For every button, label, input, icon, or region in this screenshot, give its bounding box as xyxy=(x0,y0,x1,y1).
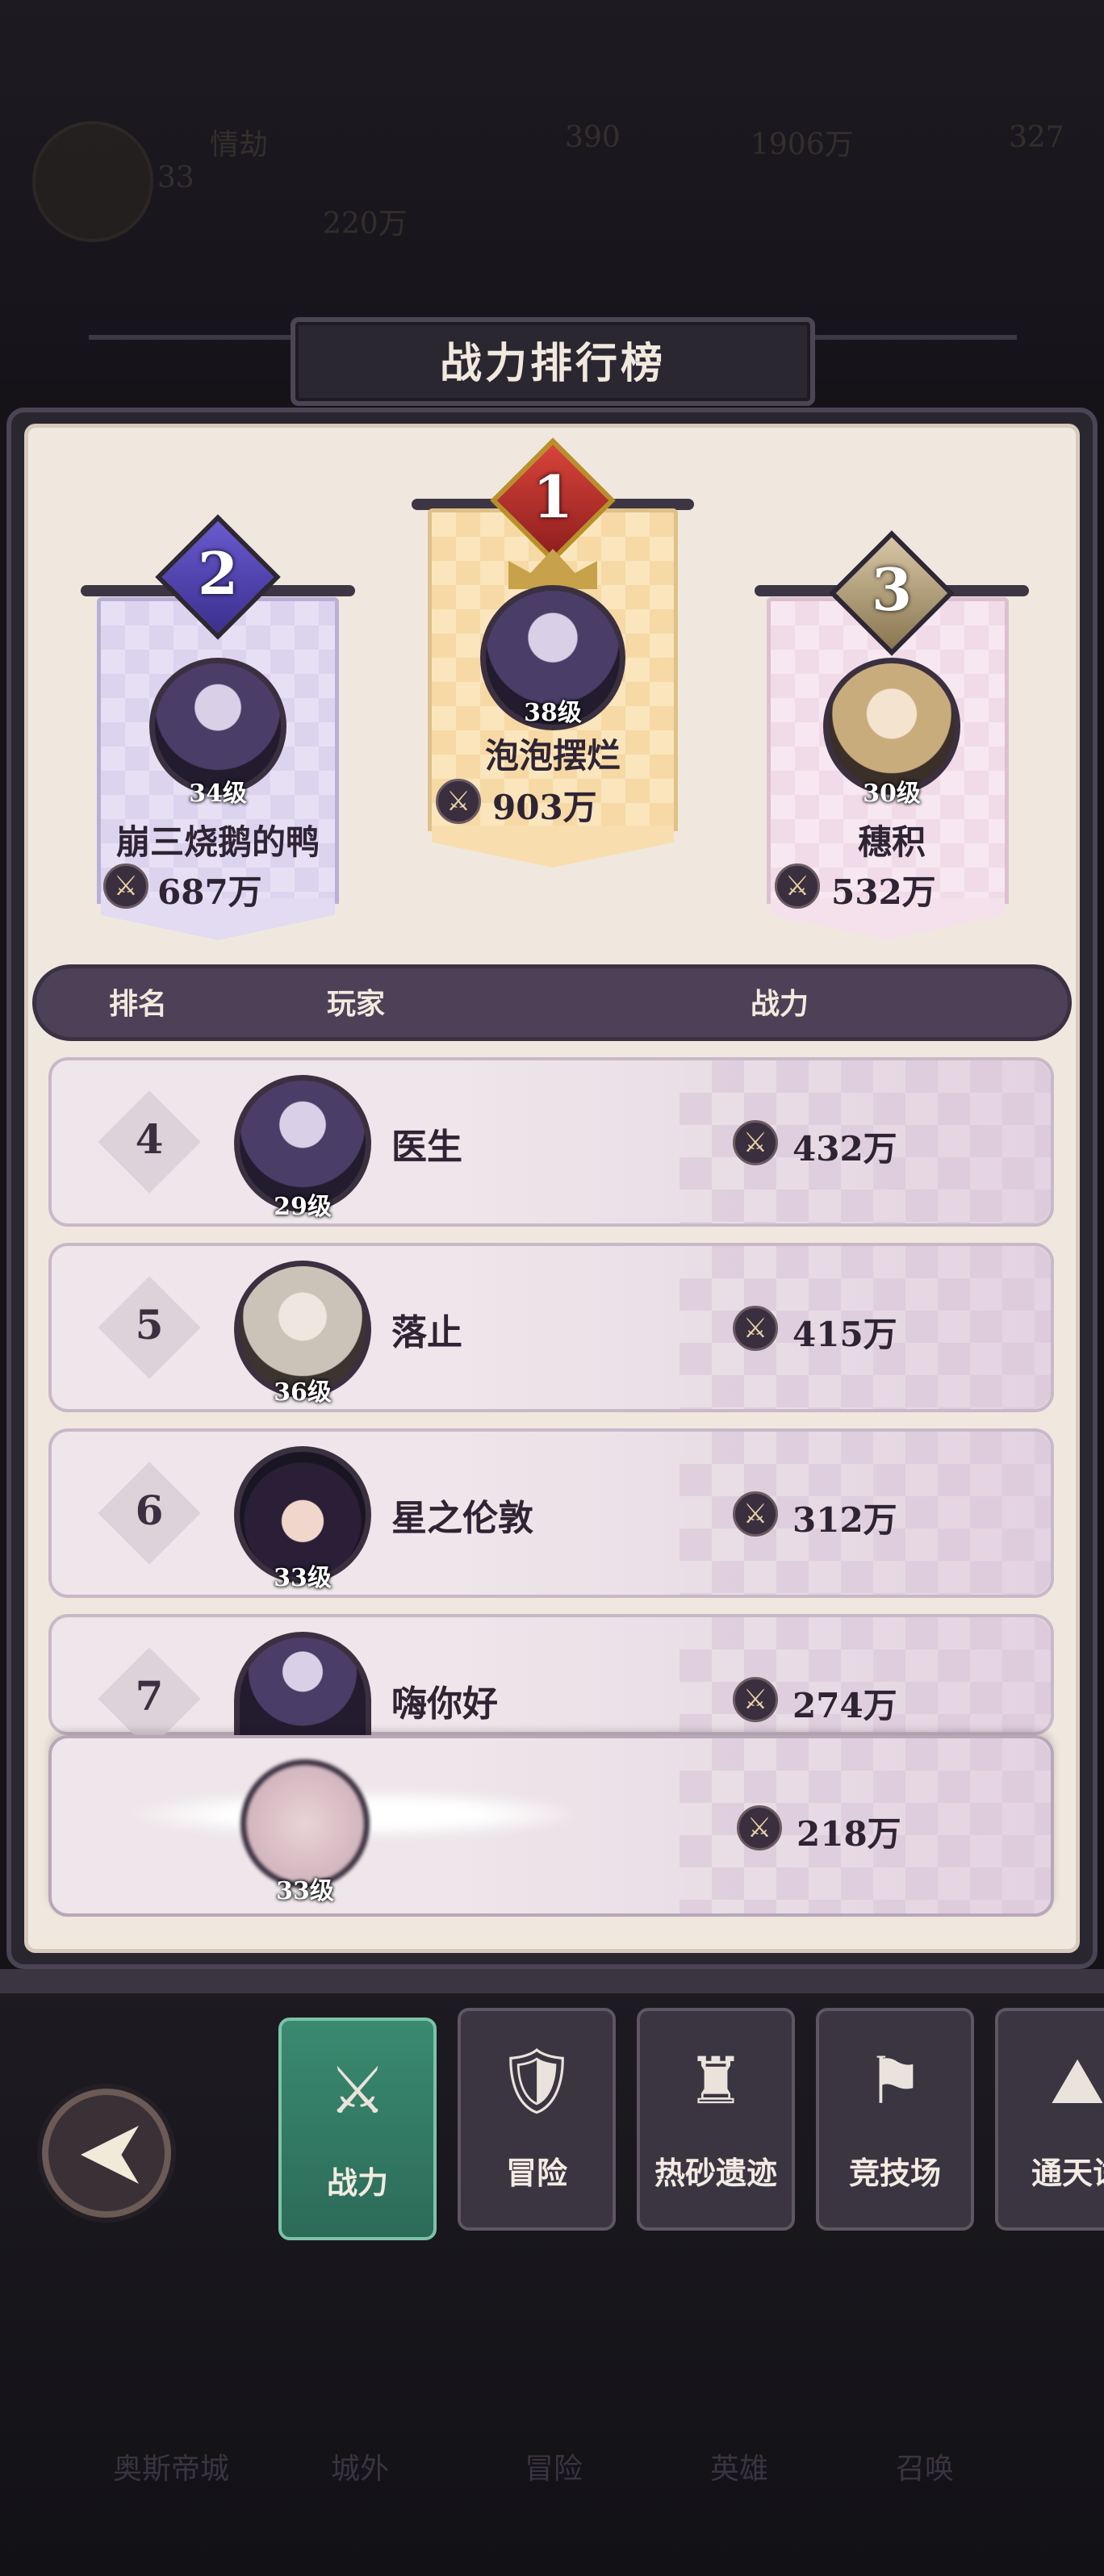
power-icon xyxy=(733,1677,778,1722)
bg-nav-label: 冒险 xyxy=(525,2453,583,2486)
hud-res1: 390 xyxy=(565,121,621,154)
hud-level: 33 xyxy=(157,161,194,194)
row-name: 嗨你好 xyxy=(391,1683,498,1725)
self-level: 33级 xyxy=(276,1877,334,1905)
podium-name: 崩三烧鹅的鸭 xyxy=(115,822,320,862)
podium-level: 38级 xyxy=(524,699,582,727)
row-name: 医生 xyxy=(391,1127,462,1168)
hud-power: 220万 xyxy=(323,207,408,240)
row-rank: 6 xyxy=(135,1487,164,1534)
row-rank: 5 xyxy=(135,1301,164,1349)
list-header xyxy=(32,964,1072,1041)
power-icon xyxy=(733,1491,778,1537)
row-level: 29级 xyxy=(274,1193,332,1221)
trophy-icon: ⚑ xyxy=(866,2043,924,2118)
tab-tower[interactable]: ⛰ 通天试 xyxy=(995,2008,1104,2231)
bottom-divider xyxy=(0,1969,1104,1993)
shield-icon: 🛡 xyxy=(496,2043,578,2118)
power-icon xyxy=(733,1306,778,1351)
tab-sand-ruins[interactable]: ♜ 热砂遗迹 xyxy=(637,2008,795,2231)
podium-level: 30级 xyxy=(863,780,921,808)
row-level: 36级 xyxy=(274,1378,332,1407)
row-power: 415万 xyxy=(792,1315,897,1354)
podium-rank: 1 xyxy=(532,462,574,531)
rook-icon: ♜ xyxy=(687,2043,745,2118)
podium-name: 泡泡摆烂 xyxy=(484,736,621,776)
podium-name: 穗积 xyxy=(857,822,926,862)
tab-label: 热砂遗迹 xyxy=(654,2155,777,2191)
power-icon xyxy=(737,1805,782,1850)
header-player: 玩家 xyxy=(327,987,386,1021)
row-level: 33级 xyxy=(274,1564,332,1592)
back-button[interactable] xyxy=(42,2089,171,2218)
power-icon xyxy=(733,1120,778,1165)
podium-power: 903万 xyxy=(492,788,597,827)
background-hud: 33 情劫 390 1906万 327 220万 xyxy=(0,97,1104,282)
tab-label: 竞技场 xyxy=(848,2155,941,2191)
bg-nav-label: 城外 xyxy=(331,2453,390,2486)
hud-avatar xyxy=(32,121,153,242)
row-name: 星之伦敦 xyxy=(391,1498,533,1539)
tab-label: 通天试 xyxy=(1031,2155,1104,2191)
hud-res3: 327 xyxy=(1009,121,1064,154)
row-power: 312万 xyxy=(792,1500,897,1540)
bg-nav-label: 奥斯帝城 xyxy=(113,2453,230,2486)
row-rank: 4 xyxy=(135,1115,164,1163)
hud-name: 情劫 xyxy=(210,128,269,161)
power-icon xyxy=(436,779,481,824)
podium-rank: 3 xyxy=(871,555,913,624)
power-icon xyxy=(103,864,148,909)
podium-power: 687万 xyxy=(157,872,262,912)
row-power: 274万 xyxy=(792,1686,897,1725)
tab-label: 冒险 xyxy=(505,2155,567,2191)
crossed-swords-icon: ⚔ xyxy=(328,2053,387,2128)
tab-power[interactable]: ⚔ 战力 xyxy=(278,2018,437,2240)
page-title: 战力排行榜 xyxy=(439,339,666,388)
row-rank: 7 xyxy=(135,1672,164,1720)
list-item[interactable] xyxy=(48,1614,1054,1735)
row-name: 落止 xyxy=(391,1312,462,1353)
bg-nav-label: 召唤 xyxy=(896,2453,955,2486)
power-icon xyxy=(775,864,820,909)
tab-adventure[interactable]: 🛡 冒险 xyxy=(458,2008,616,2231)
podium-level: 34级 xyxy=(189,780,247,808)
tab-arena[interactable]: ⚑ 竞技场 xyxy=(816,2008,974,2231)
self-power: 218万 xyxy=(797,1814,901,1854)
row-power: 432万 xyxy=(792,1129,897,1169)
podium-rank: 2 xyxy=(197,539,239,608)
title-wing-left xyxy=(89,335,299,399)
bg-nav-label: 英雄 xyxy=(710,2453,769,2486)
header-power: 战力 xyxy=(751,987,809,1021)
self-avatar[interactable] xyxy=(240,1759,370,1888)
title-wing-right xyxy=(807,335,1017,399)
mountain-icon: ⛰ xyxy=(1050,2043,1104,2118)
tab-label: 战力 xyxy=(326,2164,388,2201)
header-rank: 排名 xyxy=(109,987,168,1021)
podium-power: 532万 xyxy=(831,872,936,912)
hud-res2: 1906万 xyxy=(751,128,854,161)
